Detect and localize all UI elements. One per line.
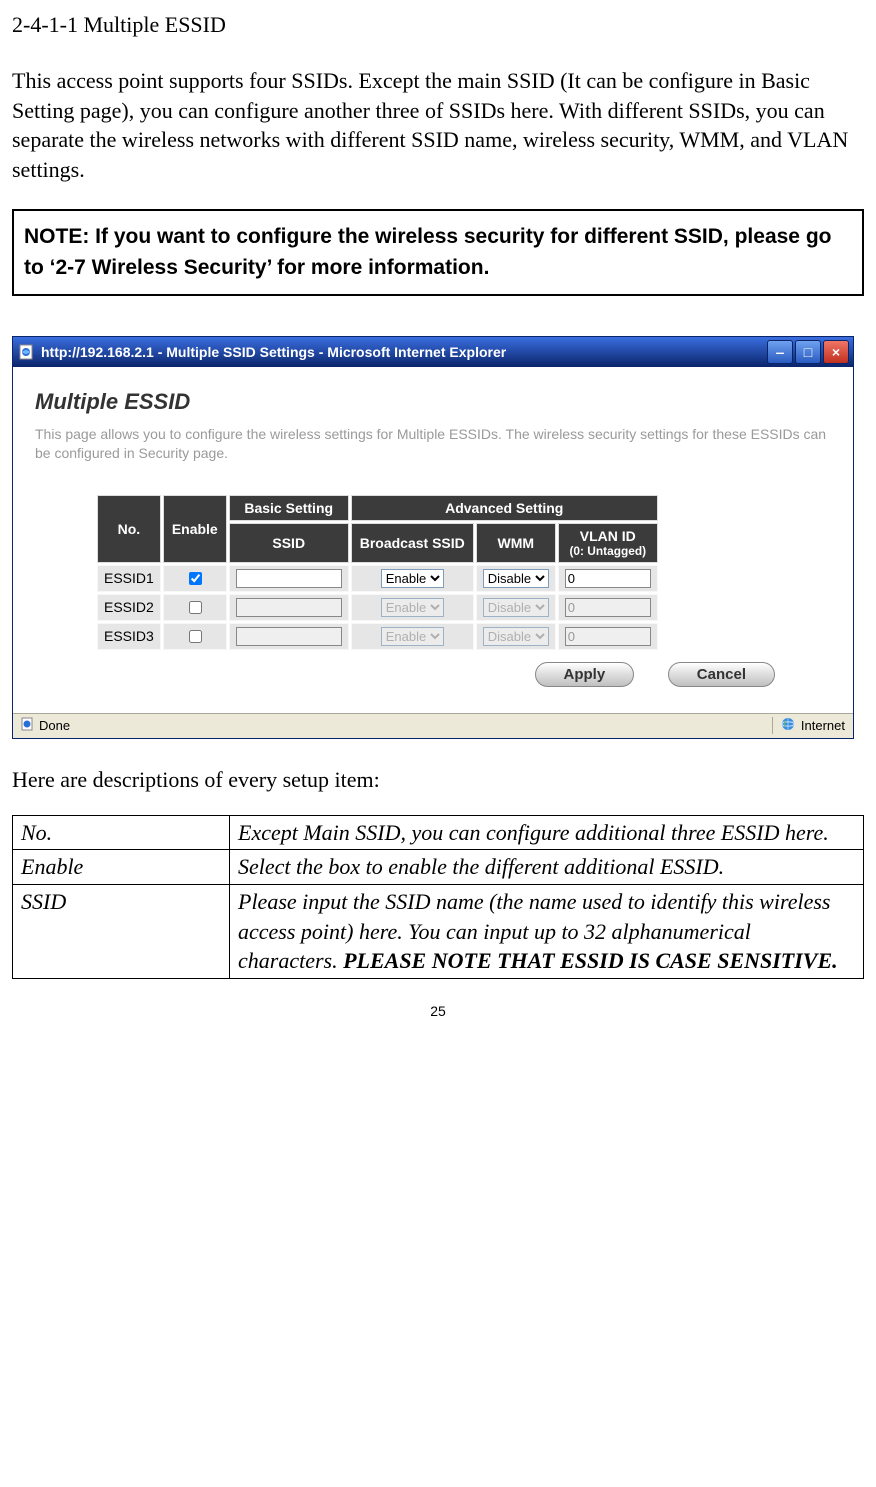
status-text-right: Internet <box>801 718 845 733</box>
minimize-button[interactable]: ‒ <box>767 340 793 364</box>
wmm-select: Disable <box>483 627 549 646</box>
cancel-button[interactable]: Cancel <box>668 662 775 687</box>
page-content: Multiple ESSID This page allows you to c… <box>13 367 853 713</box>
intro-paragraph: This access point supports four SSIDs. E… <box>12 66 864 185</box>
enable-checkbox[interactable] <box>189 630 202 643</box>
ie-page-icon <box>19 344 35 360</box>
detail-row: EnableSelect the box to enable the diffe… <box>13 850 864 885</box>
row-no: ESSID2 <box>97 594 161 621</box>
row-wmm-cell: Disable <box>476 623 556 650</box>
browser-window: http://192.168.2.1 - Multiple SSID Setti… <box>12 336 854 739</box>
description-line: Here are descriptions of every setup ite… <box>12 767 864 793</box>
row-wmm-cell: Disable <box>476 594 556 621</box>
page-number: 25 <box>12 1003 864 1019</box>
row-vlan-cell <box>558 565 658 592</box>
vlan-input <box>565 627 651 646</box>
detail-table: No.Except Main SSID, you can configure a… <box>12 815 864 979</box>
table-row: ESSID2 Enable Disable <box>97 594 658 621</box>
col-advanced: Advanced Setting <box>351 495 658 521</box>
window-titlebar[interactable]: http://192.168.2.1 - Multiple SSID Setti… <box>13 337 853 367</box>
table-row: ESSID1 Enable Disable <box>97 565 658 592</box>
detail-row: No.Except Main SSID, you can configure a… <box>13 815 864 850</box>
button-row: Apply Cancel <box>35 652 835 687</box>
close-button[interactable]: × <box>823 340 849 364</box>
wmm-select: Disable <box>483 598 549 617</box>
detail-desc: Except Main SSID, you can configure addi… <box>230 815 864 850</box>
detail-desc: Please input the SSID name (the name use… <box>230 884 864 978</box>
detail-label: SSID <box>13 884 230 978</box>
row-vlan-cell <box>558 623 658 650</box>
ssid-input <box>236 627 342 646</box>
globe-icon <box>781 717 795 734</box>
section-heading: 2-4-1-1 Multiple ESSID <box>12 12 864 38</box>
col-basic: Basic Setting <box>229 495 349 521</box>
broadcast-select[interactable]: Enable <box>381 569 444 588</box>
wmm-select[interactable]: Disable <box>483 569 549 588</box>
row-ssid-cell <box>229 623 349 650</box>
detail-desc: Select the box to enable the different a… <box>230 850 864 885</box>
maximize-button[interactable]: □ <box>795 340 821 364</box>
table-row: ESSID3 Enable Disable <box>97 623 658 650</box>
detail-label: No. <box>13 815 230 850</box>
col-broadcast: Broadcast SSID <box>351 523 474 563</box>
page-description: This page allows you to configure the wi… <box>35 425 835 463</box>
row-vlan-cell <box>558 594 658 621</box>
col-enable: Enable <box>163 495 227 563</box>
row-no: ESSID3 <box>97 623 161 650</box>
ssid-input[interactable] <box>236 569 342 588</box>
row-enable-cell <box>163 565 227 592</box>
col-no: No. <box>97 495 161 563</box>
row-no: ESSID1 <box>97 565 161 592</box>
row-broadcast-cell: Enable <box>351 565 474 592</box>
vlan-input[interactable] <box>565 569 651 588</box>
row-enable-cell <box>163 594 227 621</box>
note-box: NOTE: If you want to configure the wirel… <box>12 209 864 296</box>
essid-table: No. Enable Basic Setting Advanced Settin… <box>95 493 660 652</box>
col-vlan: VLAN ID (0: Untagged) <box>558 523 658 563</box>
detail-note: PLEASE NOTE THAT ESSID IS CASE SENSITIVE… <box>343 948 838 973</box>
row-ssid-cell <box>229 565 349 592</box>
row-broadcast-cell: Enable <box>351 623 474 650</box>
detail-row: SSIDPlease input the SSID name (the name… <box>13 884 864 978</box>
apply-button[interactable]: Apply <box>535 662 635 687</box>
status-text-left: Done <box>39 718 70 733</box>
status-done-icon <box>21 717 35 734</box>
ssid-input <box>236 598 342 617</box>
col-ssid: SSID <box>229 523 349 563</box>
vlan-input <box>565 598 651 617</box>
page-heading: Multiple ESSID <box>35 389 835 415</box>
detail-label: Enable <box>13 850 230 885</box>
status-bar: Done Internet <box>13 713 853 738</box>
row-broadcast-cell: Enable <box>351 594 474 621</box>
status-zone: Internet <box>772 717 845 734</box>
broadcast-select: Enable <box>381 598 444 617</box>
row-ssid-cell <box>229 594 349 621</box>
row-enable-cell <box>163 623 227 650</box>
col-wmm: WMM <box>476 523 556 563</box>
row-wmm-cell: Disable <box>476 565 556 592</box>
enable-checkbox[interactable] <box>189 572 202 585</box>
broadcast-select: Enable <box>381 627 444 646</box>
window-title: http://192.168.2.1 - Multiple SSID Setti… <box>41 344 506 360</box>
enable-checkbox[interactable] <box>189 601 202 614</box>
